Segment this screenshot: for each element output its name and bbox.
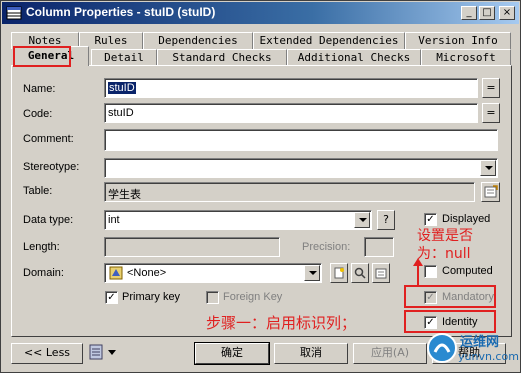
- stereotype-combobox[interactable]: [104, 158, 498, 178]
- tab-microsoft[interactable]: Microsoft: [421, 49, 511, 66]
- domain-new-button[interactable]: [330, 263, 348, 283]
- code-equals-button[interactable]: =: [482, 103, 500, 123]
- checkmark-icon: ✓: [107, 292, 116, 303]
- domain-label: Domain:: [23, 267, 64, 279]
- mandatory-checkbox: ✓: [424, 291, 437, 304]
- name-code-equals-button[interactable]: =: [482, 78, 500, 98]
- tab-additional-checks[interactable]: Additional Checks: [287, 49, 421, 66]
- domain-value: <None>: [127, 267, 167, 279]
- tab-version-info[interactable]: Version Info: [405, 32, 511, 49]
- domain-combobox[interactable]: <None>: [104, 263, 322, 283]
- tab-general[interactable]: General: [13, 46, 89, 66]
- browse-icon: [354, 267, 366, 279]
- comment-field[interactable]: [104, 129, 498, 151]
- apply-button[interactable]: 应用(A): [353, 343, 427, 364]
- precision-field: [364, 237, 394, 257]
- length-field: [104, 237, 280, 257]
- maximize-button[interactable]: □: [479, 6, 495, 20]
- name-label: Name:: [23, 83, 56, 95]
- new-icon: [334, 267, 344, 279]
- domain-icon: [109, 266, 123, 280]
- domain-dropdown-arrow[interactable]: [304, 265, 320, 281]
- tab-standard-checks[interactable]: Standard Checks: [157, 49, 287, 66]
- datatype-label: Data type:: [23, 214, 74, 226]
- name-value: stuID: [108, 82, 136, 94]
- table-value: 学生表: [108, 189, 141, 201]
- code-label: Code:: [23, 108, 53, 120]
- ok-button[interactable]: 确定: [194, 342, 270, 365]
- tab-extended-dependencies[interactable]: Extended Dependencies: [253, 32, 405, 49]
- checkmark-icon: ✓: [426, 317, 435, 328]
- code-field[interactable]: stuID: [104, 103, 478, 123]
- primary-key-label: Primary key: [122, 291, 181, 303]
- checkmark-icon: ✓: [426, 292, 435, 303]
- menu-icon: [89, 344, 116, 360]
- displayed-label: Displayed: [442, 213, 491, 225]
- annotation-step1: 步骤一：启用标识列；: [206, 314, 357, 332]
- column-properties-window: Column Properties - stuID (stuID) _ □ × …: [0, 0, 521, 373]
- primary-key-checkbox[interactable]: ✓: [105, 291, 118, 304]
- table-field: 学生表: [104, 182, 475, 202]
- foreign-key-checkbox: [206, 291, 219, 304]
- computed-checkbox[interactable]: [424, 265, 437, 278]
- datatype-combobox[interactable]: int: [104, 210, 372, 230]
- tab-dependencies[interactable]: Dependencies: [143, 32, 253, 49]
- cancel-button[interactable]: 取消: [274, 343, 348, 364]
- close-button[interactable]: ×: [499, 6, 515, 20]
- annotation-arrow-icon: [413, 258, 423, 286]
- table-label: Table:: [23, 185, 53, 197]
- less-button[interactable]: << Less: [11, 343, 83, 364]
- mandatory-label: Mandatory: [442, 291, 494, 303]
- code-value: stuID: [108, 107, 134, 119]
- stereotype-label: Stereotype:: [23, 161, 80, 173]
- precision-label: Precision:: [302, 241, 351, 253]
- table-properties-button[interactable]: [481, 182, 500, 202]
- watermark-logo: 运维网 yunvn.com: [426, 328, 519, 370]
- minimize-button[interactable]: _: [461, 6, 477, 20]
- comment-label: Comment:: [23, 133, 74, 145]
- tab-detail[interactable]: Detail: [91, 49, 157, 66]
- watermark-text-cn: 运维网: [460, 335, 500, 350]
- window-title: Column Properties - stuID (stuID): [26, 5, 216, 19]
- computed-label: Computed: [442, 265, 493, 277]
- stereotype-dropdown-arrow[interactable]: [480, 160, 496, 176]
- domain-browse-button[interactable]: [351, 263, 369, 283]
- title-bar[interactable]: Column Properties - stuID (stuID) _ □ ×: [2, 2, 519, 24]
- annotation-null-line1: 设置是否: [417, 228, 473, 244]
- column-icon: [6, 6, 22, 20]
- properties-icon: [484, 185, 498, 198]
- name-field[interactable]: stuID: [104, 78, 478, 98]
- datatype-value: int: [108, 214, 120, 226]
- menu-button[interactable]: [87, 343, 121, 364]
- foreign-key-label: Foreign Key: [223, 291, 283, 303]
- watermark-icon: [427, 333, 457, 363]
- watermark-text-en: yunvn.com: [458, 350, 519, 363]
- datatype-help-button[interactable]: ?: [377, 210, 395, 230]
- annotation-null-line2: 为：null: [417, 246, 471, 262]
- datatype-dropdown-arrow[interactable]: [354, 212, 370, 228]
- domain-properties-button[interactable]: [372, 263, 390, 283]
- identity-label: Identity: [442, 316, 478, 328]
- length-label: Length:: [23, 241, 60, 253]
- properties-icon: [375, 268, 387, 279]
- checkmark-icon: ✓: [426, 214, 435, 225]
